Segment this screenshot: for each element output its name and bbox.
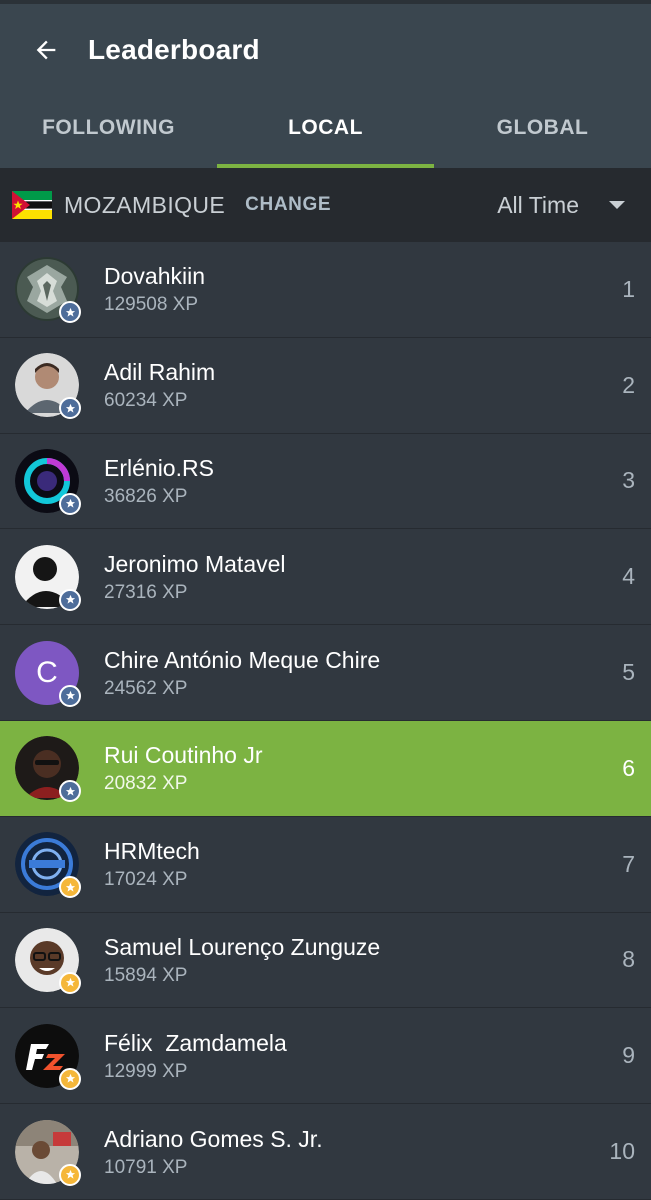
filter-bar: MOZAMBIQUE CHANGE All Time bbox=[0, 168, 651, 242]
tab-local[interactable]: LOCAL bbox=[217, 92, 434, 168]
star-badge-icon bbox=[59, 1067, 81, 1090]
player-name: Erlénio.RS bbox=[104, 454, 214, 481]
player-info: Adil Rahim 60234 XP bbox=[104, 358, 215, 412]
star-badge-icon bbox=[59, 1163, 81, 1186]
player-name: Dovahkiin bbox=[104, 263, 205, 290]
player-rank: 10 bbox=[609, 1138, 635, 1165]
star-badge-icon bbox=[59, 684, 81, 707]
avatar bbox=[15, 544, 81, 611]
player-info: Félix Zamdamela 12999 XP bbox=[104, 1029, 287, 1083]
change-country-button[interactable]: CHANGE bbox=[245, 194, 331, 216]
period-dropdown[interactable]: All Time bbox=[497, 192, 625, 219]
tab-bar: FOLLOWING LOCAL GLOBAL bbox=[0, 92, 651, 168]
player-rank: 9 bbox=[622, 1042, 635, 1069]
player-xp: 27316 XP bbox=[104, 581, 188, 603]
tab-global[interactable]: GLOBAL bbox=[434, 92, 651, 168]
avatar bbox=[15, 1023, 81, 1090]
avatar bbox=[15, 448, 81, 515]
player-rank: 2 bbox=[622, 371, 635, 398]
player-name: Adriano Gomes S. Jr. bbox=[104, 1125, 323, 1152]
player-xp: 15894 XP bbox=[104, 964, 188, 986]
star-badge-icon bbox=[59, 301, 81, 324]
avatar bbox=[15, 353, 81, 420]
avatar bbox=[15, 257, 81, 324]
star-badge-icon bbox=[59, 971, 81, 994]
player-info: Samuel Lourenço Zunguze 15894 XP bbox=[104, 933, 380, 987]
back-button[interactable] bbox=[22, 26, 70, 74]
player-info: Jeronimo Matavel 27316 XP bbox=[104, 550, 286, 604]
player-xp: 12999 XP bbox=[104, 1060, 188, 1082]
avatar bbox=[15, 736, 81, 803]
player-rank: 8 bbox=[622, 946, 635, 973]
leaderboard-row[interactable]: Félix Zamdamela 12999 XP 9 bbox=[0, 1008, 651, 1105]
player-info: Rui Coutinho Jr 20832 XP bbox=[104, 741, 263, 795]
leaderboard-row[interactable]: HRMtech 17024 XP 7 bbox=[0, 816, 651, 913]
app-bar: Leaderboard FOLLOWING LOCAL GLOBAL bbox=[0, 0, 651, 168]
player-rank: 7 bbox=[622, 850, 635, 877]
player-rank: 4 bbox=[622, 563, 635, 590]
arrow-left-icon bbox=[36, 40, 56, 60]
dropdown-caret-icon bbox=[609, 201, 625, 209]
avatar bbox=[15, 927, 81, 994]
player-xp: 20832 XP bbox=[104, 773, 188, 795]
player-name: Samuel Lourenço Zunguze bbox=[104, 933, 381, 960]
player-xp: 10791 XP bbox=[104, 1156, 188, 1178]
period-label: All Time bbox=[497, 191, 579, 218]
leaderboard-row-current-user[interactable]: Rui Coutinho Jr 20832 XP 6 bbox=[0, 720, 651, 817]
leaderboard-row[interactable]: Adriano Gomes S. Jr. 10791 XP 10 bbox=[0, 1104, 651, 1200]
country-label: MOZAMBIQUE bbox=[64, 191, 226, 218]
player-name: Adil Rahim bbox=[104, 359, 216, 386]
player-xp: 24562 XP bbox=[104, 677, 188, 699]
player-name: Rui Coutinho Jr bbox=[104, 742, 263, 769]
leaderboard-row[interactable]: Erlénio.RS 36826 XP 3 bbox=[0, 433, 651, 530]
player-rank: 1 bbox=[622, 275, 635, 302]
page-title: Leaderboard bbox=[88, 34, 260, 65]
leaderboard-row[interactable]: Dovahkiin 129508 XP 1 bbox=[0, 242, 651, 338]
avatar bbox=[15, 832, 81, 899]
player-rank: 5 bbox=[622, 659, 635, 686]
leaderboard-row[interactable]: Samuel Lourenço Zunguze 15894 XP 8 bbox=[0, 912, 651, 1009]
star-badge-icon bbox=[59, 492, 81, 515]
avatar: C bbox=[15, 640, 81, 707]
tab-following[interactable]: FOLLOWING bbox=[0, 92, 217, 168]
avatar bbox=[15, 1119, 81, 1186]
star-badge-icon bbox=[59, 588, 81, 611]
player-name: Chire António Meque Chire bbox=[104, 646, 381, 673]
leaderboard-row[interactable]: C Chire António Meque Chire 24562 XP 5 bbox=[0, 625, 651, 721]
mozambique-flag-icon bbox=[12, 191, 52, 219]
star-badge-icon bbox=[59, 780, 81, 803]
leaderboard-list: Dovahkiin 129508 XP 1 Adil Rahim 60234 X… bbox=[0, 242, 651, 1200]
player-info: HRMtech 17024 XP bbox=[104, 837, 200, 891]
leaderboard-row[interactable]: Jeronimo Matavel 27316 XP 4 bbox=[0, 529, 651, 626]
player-info: Chire António Meque Chire 24562 XP bbox=[104, 646, 380, 700]
player-name: Félix Zamdamela bbox=[104, 1029, 287, 1056]
player-rank: 3 bbox=[622, 467, 635, 494]
star-badge-icon bbox=[59, 876, 81, 899]
player-xp: 60234 XP bbox=[104, 390, 188, 412]
player-rank: 6 bbox=[622, 754, 635, 781]
player-xp: 17024 XP bbox=[104, 869, 188, 891]
player-xp: 36826 XP bbox=[104, 485, 188, 507]
star-badge-icon bbox=[59, 397, 81, 420]
player-name: HRMtech bbox=[104, 838, 200, 865]
top-bar: Leaderboard bbox=[0, 4, 651, 96]
player-name: Jeronimo Matavel bbox=[104, 550, 286, 577]
player-xp: 129508 XP bbox=[104, 294, 199, 316]
player-info: Adriano Gomes S. Jr. 10791 XP bbox=[104, 1125, 323, 1179]
player-info: Erlénio.RS 36826 XP bbox=[104, 454, 214, 508]
player-info: Dovahkiin 129508 XP bbox=[104, 262, 205, 316]
leaderboard-row[interactable]: Adil Rahim 60234 XP 2 bbox=[0, 337, 651, 434]
